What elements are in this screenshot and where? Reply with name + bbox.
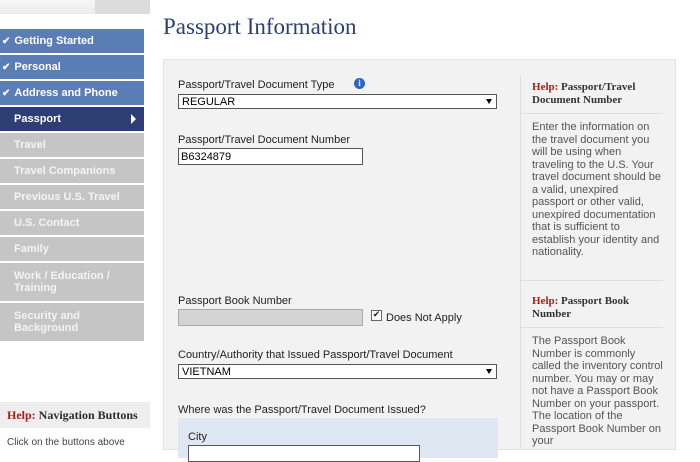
sidebar-item-label: Address and Phone [14,87,118,99]
doc-number-label: Passport/Travel Document Number [178,134,350,146]
doc-type-label-text: Passport/Travel Document Type [178,79,335,91]
help-block-doc-number: Help: Passport/Travel Document Number En… [521,75,663,280]
doc-type-label: Passport/Travel Document Type [178,79,335,91]
does-not-apply-checkbox[interactable]: ✔ [371,310,382,321]
chevron-down-icon [486,99,492,104]
sidebar-item-label: Security and Background [14,310,81,334]
arrow-right-icon [131,114,136,124]
sidebar-item-label: Travel [14,139,46,151]
sidebar-item-work-education-training[interactable]: Work / Education / Training [0,263,144,301]
doc-type-select[interactable]: REGULAR [178,94,497,109]
sidebar-item-previous-us-travel[interactable]: Previous U.S. Travel [0,185,144,209]
sidebar-item-label: Personal [14,61,61,73]
country-label: Country/Authority that Issued Passport/T… [178,349,453,361]
sidebar-item-passport[interactable]: Passport [0,107,144,131]
page-title: Passport Information [163,14,357,39]
country-value: VIETNAM [182,366,231,378]
help-prefix: Help: [7,408,36,422]
checkmark-icon: ✔ [2,61,11,73]
sidebar-item-label: Previous U.S. Travel [14,191,120,203]
help-body: Enter the information on the travel docu… [532,121,662,258]
checkmark-icon: ✔ [2,87,11,99]
help-prefix: Help: [532,81,559,93]
nav-top-strip [0,0,150,14]
book-number-label: Passport Book Number [178,295,292,307]
city-input[interactable] [188,445,420,462]
sidebar-item-label: Getting Started [14,35,94,47]
sidebar-item-label: Work / Education / Training [14,270,110,294]
info-icon[interactable]: i [354,78,365,89]
sidebar-item-us-contact[interactable]: U.S. Contact [0,211,144,235]
nav-help-title: Help: Navigation Buttons [0,402,150,428]
sidebar-item-security-and-background[interactable]: Security and Background [0,303,144,341]
sidebar-item-travel[interactable]: Travel [0,133,144,157]
chevron-down-icon [486,369,492,374]
sidebar-item-label: U.S. Contact [14,217,80,229]
sidebar-item-getting-started[interactable]: ✔ Getting Started [0,29,144,53]
doc-number-input[interactable]: B6324879 [178,148,363,165]
sidebar-item-travel-companions[interactable]: Travel Companions [0,159,144,183]
help-prefix: Help: [532,295,559,307]
sidebar-item-label: Travel Companions [14,165,116,177]
issued-where-label: Where was the Passport/Travel Document I… [178,404,426,416]
help-block-book-number: Help: Passport Book Number The Passport … [521,280,663,448]
sidebar-item-personal[interactable]: ✔ Personal [0,55,144,79]
help-title: Help: Passport/Travel Document Number [521,75,663,114]
sidebar-nav: ✔ Getting Started ✔ Personal ✔ Address and … [0,29,144,343]
help-body: The Passport Book Number is commonly cal… [532,335,663,447]
doc-type-value: REGULAR [182,96,236,108]
country-select[interactable]: VIETNAM [178,364,497,379]
sidebar-item-address-and-phone[interactable]: ✔ Address and Phone [0,81,144,105]
sidebar-item-family[interactable]: Family [0,237,144,261]
book-number-input[interactable] [178,309,363,326]
checkmark-icon: ✔ [2,35,11,47]
sidebar-item-label: Family [14,243,49,255]
help-title-text: Navigation Buttons [38,408,138,422]
city-label: City [188,431,207,443]
city-section: City [178,418,498,462]
nav-help-text: Click on the buttons above [7,437,125,448]
nav-top-strip-shade [95,0,150,14]
does-not-apply-label: Does Not Apply [386,312,462,324]
help-column: Help: Passport/Travel Document Number En… [520,75,663,448]
help-title: Help: Passport Book Number [521,289,663,328]
sidebar-item-label: Passport [14,113,62,125]
